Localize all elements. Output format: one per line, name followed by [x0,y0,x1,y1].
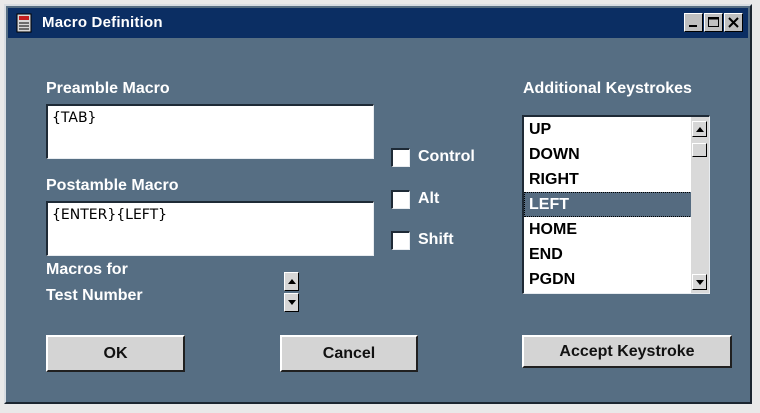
list-item-pgdn[interactable]: PGDN [524,267,706,292]
spinner-up-button[interactable] [284,272,299,291]
scroll-thumb[interactable] [692,143,707,157]
minimize-button[interactable] [684,13,703,32]
arrow-up-icon [288,279,296,284]
close-button[interactable] [724,13,743,32]
list-item-end[interactable]: END [524,242,706,267]
maximize-button[interactable] [704,13,723,32]
keystroke-list[interactable]: UP DOWN RIGHT LEFT HOME END PGDN [522,115,710,294]
arrow-down-icon [288,300,296,305]
arrow-down-icon [696,280,704,285]
control-label: Control [418,148,475,165]
postamble-input[interactable]: {ENTER}{LEFT} [46,201,374,256]
list-item-down[interactable]: DOWN [524,142,706,167]
list-item-right[interactable]: RIGHT [524,167,706,192]
cancel-button[interactable]: Cancel [280,335,418,372]
preamble-label: Preamble Macro [46,80,170,97]
control-checkbox[interactable] [391,148,410,167]
list-item-left[interactable]: LEFT [524,192,706,217]
close-icon [728,17,739,28]
shift-checkbox[interactable] [391,231,410,250]
postamble-label: Postamble Macro [46,177,179,194]
list-item-up[interactable]: UP [524,117,706,142]
ok-button[interactable]: OK [46,335,185,372]
title-bar[interactable]: Macro Definition [8,8,748,38]
alt-checkbox[interactable] [391,190,410,209]
preamble-input[interactable]: {TAB} [46,104,374,159]
minimize-icon [689,25,697,27]
scroll-down-button[interactable] [692,274,707,290]
window-title: Macro Definition [42,14,163,31]
accept-keystroke-button[interactable]: Accept Keystroke [522,335,732,368]
list-item-home[interactable]: HOME [524,217,706,242]
additional-keystrokes-label: Additional Keystrokes [523,80,692,97]
maximize-icon [708,17,719,27]
alt-label: Alt [418,190,440,207]
shift-label: Shift [418,231,454,248]
arrow-up-icon [696,127,704,132]
scroll-up-button[interactable] [692,121,707,137]
test-number-label: Test Number [46,287,143,304]
macros-for-label: Macros for [46,261,128,278]
list-scrollbar[interactable] [691,117,709,293]
spinner-down-button[interactable] [284,293,299,312]
app-icon [16,13,34,33]
